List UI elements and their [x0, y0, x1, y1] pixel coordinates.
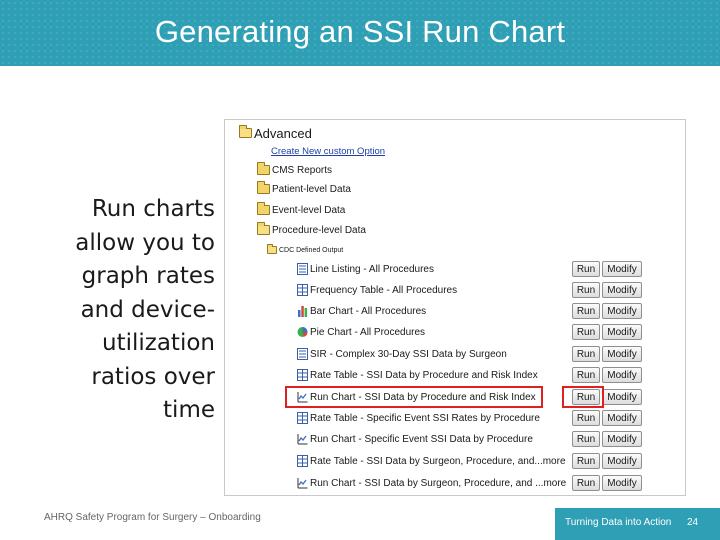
run-button[interactable]: Run	[572, 324, 600, 340]
rate-table-icon	[297, 455, 308, 467]
highlight-box-run-button	[562, 386, 604, 408]
run-button[interactable]: Run	[572, 282, 600, 298]
modify-button[interactable]: Modify	[602, 282, 642, 298]
side-text-line: graph rates	[81, 263, 215, 289]
report-label: Run Chart - Specific Event SSI Data by P…	[310, 433, 533, 445]
highlight-box-run-chart-row	[285, 386, 543, 408]
footer-page-number: 24	[687, 517, 699, 528]
side-text-line: utilization	[102, 330, 215, 356]
folder-label: CDC Defined Output	[279, 246, 344, 254]
report-row[interactable]: Rate Table - SSI Data by Procedure and R…	[297, 365, 538, 385]
report-row[interactable]: Run Chart - Specific Event SSI Data by P…	[297, 429, 533, 449]
side-text-line: allow you to	[75, 229, 215, 256]
footer-program-name: AHRQ Safety Program for Surgery – Onboar…	[44, 512, 261, 523]
report-row[interactable]: Line Listing - All Procedures	[297, 259, 434, 279]
pie-chart-icon	[297, 327, 308, 337]
modify-button[interactable]: Modify	[602, 346, 642, 362]
run-chart-icon	[297, 434, 308, 445]
folder-label: CMS Reports	[272, 164, 333, 176]
side-text-line: and device-	[80, 296, 215, 323]
report-label: Run Chart - SSI Data by Surgeon, Procedu…	[310, 477, 567, 489]
folder-cms-reports[interactable]: CMS Reports	[257, 160, 332, 180]
footer-section-title: Turning Data into Action	[565, 517, 672, 528]
slide-header: Generating an SSI Run Chart	[0, 0, 720, 66]
modify-button[interactable]: Modify	[602, 367, 642, 383]
folder-cdc-defined-output[interactable]: CDC Defined Output	[267, 240, 343, 260]
run-button[interactable]: Run	[572, 475, 600, 491]
report-row[interactable]: Bar Chart - All Procedures	[297, 301, 426, 321]
report-row[interactable]: Rate Table - Specific Event SSI Rates by…	[297, 408, 540, 428]
rate-table-icon	[297, 369, 308, 381]
modify-button[interactable]: Modify	[602, 453, 642, 469]
rate-table-icon	[297, 412, 308, 424]
report-row[interactable]: Rate Table - SSI Data by Surgeon, Proced…	[297, 451, 566, 471]
report-row[interactable]: SIR - Complex 30-Day SSI Data by Surgeon	[297, 344, 507, 364]
modify-button[interactable]: Modify	[602, 324, 642, 340]
folder-event-level-data[interactable]: Event-level Data	[257, 200, 345, 220]
reports-screenshot-panel: Advanced Create New custom Option CMS Re…	[224, 119, 686, 496]
run-chart-icon	[297, 478, 308, 489]
create-custom-option-link[interactable]: Create New custom Option	[271, 141, 385, 161]
folder-icon	[257, 162, 270, 175]
report-label: Bar Chart - All Procedures	[310, 305, 427, 317]
report-label: SIR - Complex 30-Day SSI Data by Surgeon	[310, 348, 507, 360]
side-text-line: time	[163, 397, 215, 423]
folder-label: Event-level Data	[272, 204, 346, 216]
folder-label: Patient-level Data	[272, 183, 351, 195]
report-row[interactable]: Frequency Table - All Procedures	[297, 280, 457, 300]
run-button[interactable]: Run	[572, 367, 600, 383]
create-custom-option-label: Create New custom Option	[271, 145, 386, 157]
line-listing-icon	[297, 263, 308, 275]
run-button[interactable]: Run	[572, 410, 600, 426]
folder-patient-level-data[interactable]: Patient-level Data	[257, 179, 351, 199]
modify-button[interactable]: Modify	[602, 389, 642, 405]
run-button[interactable]: Run	[572, 346, 600, 362]
folder-procedure-level-data[interactable]: Procedure-level Data	[257, 220, 366, 240]
folder-label: Procedure-level Data	[272, 224, 366, 236]
slide-title: Generating an SSI Run Chart	[154, 14, 566, 49]
folder-open-icon	[239, 125, 252, 138]
modify-button[interactable]: Modify	[602, 410, 642, 426]
tree-root-label: Advanced	[254, 125, 312, 141]
folder-open-icon	[257, 222, 270, 235]
run-button[interactable]: Run	[572, 303, 600, 319]
report-label: Pie Chart - All Procedures	[310, 326, 426, 338]
report-label: Rate Table - SSI Data by Surgeon, Proced…	[310, 455, 566, 467]
report-row[interactable]: Pie Chart - All Procedures	[297, 322, 425, 342]
folder-icon	[257, 181, 270, 194]
run-button[interactable]: Run	[572, 431, 600, 447]
side-text-line: Run charts	[91, 196, 215, 222]
bar-chart-icon	[298, 306, 308, 317]
modify-button[interactable]: Modify	[602, 431, 642, 447]
report-label: Rate Table - Specific Event SSI Rates by…	[310, 412, 540, 424]
report-label: Frequency Table - All Procedures	[310, 284, 458, 296]
report-label: Rate Table - SSI Data by Procedure and R…	[310, 369, 538, 381]
modify-button[interactable]: Modify	[602, 475, 642, 491]
folder-icon	[257, 202, 270, 215]
frequency-table-icon	[297, 284, 308, 296]
report-row[interactable]: Run Chart - SSI Data by Surgeon, Procedu…	[297, 473, 566, 493]
run-button[interactable]: Run	[572, 261, 600, 277]
modify-button[interactable]: Modify	[602, 303, 642, 319]
side-text-line: ratios over	[91, 363, 215, 390]
side-description: Run charts allow you to graph rates and …	[30, 193, 215, 428]
modify-button[interactable]: Modify	[602, 261, 642, 277]
folder-open-icon	[267, 244, 277, 254]
run-button[interactable]: Run	[572, 453, 600, 469]
sir-report-icon	[297, 348, 308, 360]
report-label: Line Listing - All Procedures	[310, 263, 434, 275]
tree-root-advanced[interactable]: Advanced	[239, 123, 312, 143]
